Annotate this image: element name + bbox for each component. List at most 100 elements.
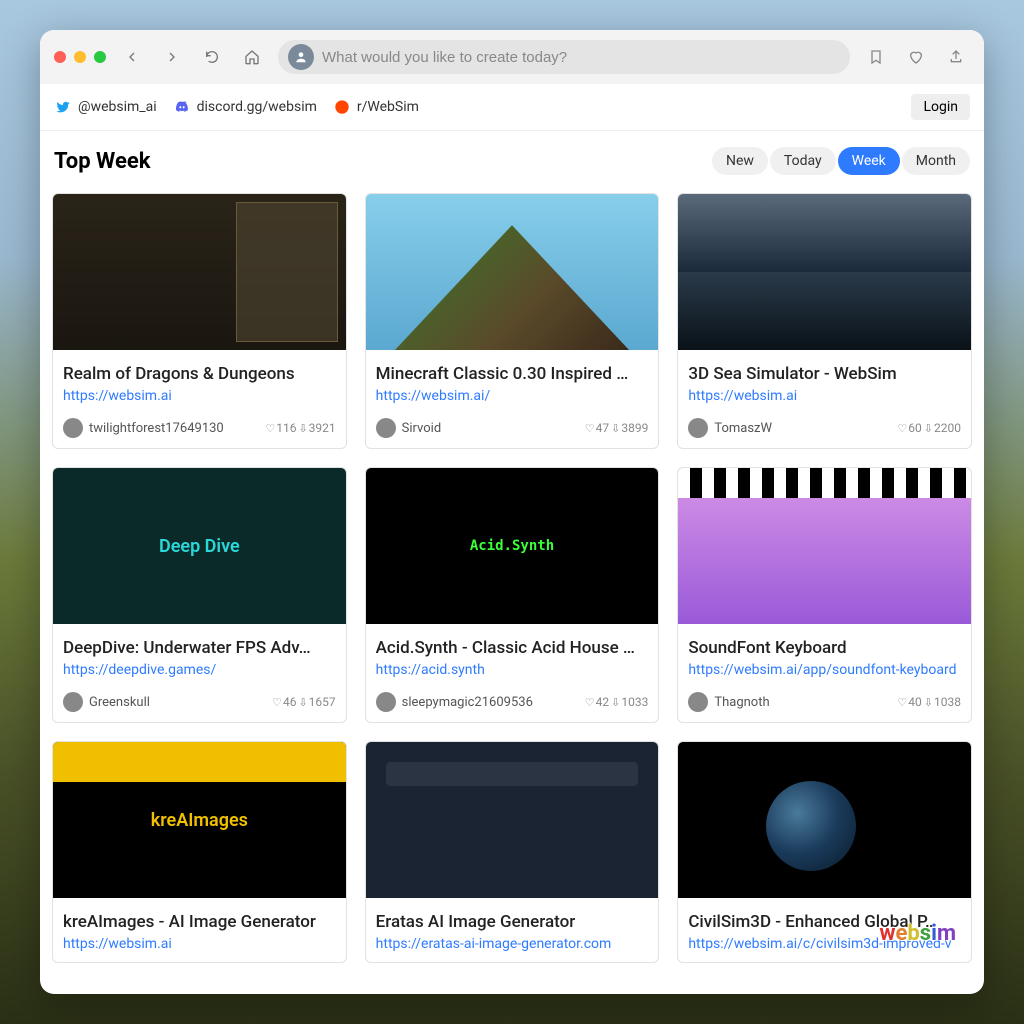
subbar: @websim_ai discord.gg/websim r/WebSim Lo… bbox=[40, 84, 984, 131]
views-count: 3899 bbox=[621, 421, 648, 435]
likes-count: 47 bbox=[596, 421, 610, 435]
author-name[interactable]: TomaszW bbox=[714, 421, 891, 436]
login-button[interactable]: Login bbox=[911, 94, 970, 120]
card-title: Acid.Synth - Classic Acid House … bbox=[376, 638, 649, 658]
card-title: 3D Sea Simulator - WebSim bbox=[688, 364, 961, 384]
card-thumbnail bbox=[366, 194, 659, 350]
titlebar bbox=[40, 30, 984, 84]
heart-icon: ♡ bbox=[585, 422, 595, 435]
card-title: SoundFont Keyboard bbox=[688, 638, 961, 658]
card-stats: ♡47⇩3899 bbox=[585, 421, 649, 435]
likes-count: 40 bbox=[908, 695, 922, 709]
project-card[interactable]: Deep DiveDeepDive: Underwater FPS Adv…ht… bbox=[52, 467, 347, 723]
header-row: Top Week NewTodayWeekMonth bbox=[50, 147, 974, 193]
card-url[interactable]: https://websim.ai bbox=[63, 936, 336, 952]
card-stats: ♡60⇩2200 bbox=[897, 421, 961, 435]
card-url[interactable]: https://websim.ai/c/civilsim3d-improved-… bbox=[688, 936, 961, 952]
views-stat: ⇩2200 bbox=[924, 421, 961, 435]
author-avatar[interactable] bbox=[63, 418, 83, 438]
likes-count: 60 bbox=[908, 421, 922, 435]
card-footer: Greenskull ♡46⇩1657 bbox=[63, 692, 336, 712]
card-url[interactable]: https://deepdive.games/ bbox=[63, 662, 336, 678]
author-name[interactable]: twilightforest17649130 bbox=[89, 421, 259, 436]
author-name[interactable]: Greenskull bbox=[89, 695, 266, 710]
likes-count: 116 bbox=[276, 421, 296, 435]
project-card[interactable]: Acid.SynthAcid.Synth - Classic Acid Hous… bbox=[365, 467, 660, 723]
twitter-label: @websim_ai bbox=[78, 99, 157, 115]
twitter-link[interactable]: @websim_ai bbox=[54, 98, 157, 116]
project-card[interactable]: SoundFont Keyboard https://websim.ai/app/… bbox=[677, 467, 972, 723]
card-title: kreAImages - AI Image Generator bbox=[63, 912, 336, 932]
author-avatar[interactable] bbox=[376, 692, 396, 712]
reload-button[interactable] bbox=[198, 43, 226, 71]
tab-today[interactable]: Today bbox=[770, 147, 836, 175]
card-thumbnail bbox=[53, 194, 346, 350]
views-stat: ⇩3921 bbox=[298, 421, 335, 435]
card-url[interactable]: https://acid.synth bbox=[376, 662, 649, 678]
card-url[interactable]: https://eratas-ai-image-generator.com bbox=[376, 936, 649, 952]
page-title: Top Week bbox=[54, 149, 150, 174]
heart-icon: ♡ bbox=[897, 696, 907, 709]
project-card[interactable]: Eratas AI Image Generator https://eratas-… bbox=[365, 741, 660, 963]
card-footer: Sirvoid ♡47⇩3899 bbox=[376, 418, 649, 438]
reddit-icon bbox=[333, 98, 351, 116]
filter-tabs: NewTodayWeekMonth bbox=[712, 147, 970, 175]
card-url[interactable]: https://websim.ai/ bbox=[376, 388, 649, 404]
card-url[interactable]: https://websim.ai/app/soundfont-keyboard bbox=[688, 662, 961, 678]
heart-icon: ♡ bbox=[272, 696, 282, 709]
card-thumbnail: kreAImages bbox=[53, 742, 346, 898]
card-body: SoundFont Keyboard https://websim.ai/app/… bbox=[678, 624, 971, 722]
back-button[interactable] bbox=[118, 43, 146, 71]
views-icon: ⇩ bbox=[924, 696, 933, 709]
card-body: DeepDive: Underwater FPS Adv…https://dee… bbox=[53, 624, 346, 722]
close-window-icon[interactable] bbox=[54, 51, 66, 63]
tab-new[interactable]: New bbox=[712, 147, 768, 175]
project-card[interactable]: CivilSim3D - Enhanced Global P…https://w… bbox=[677, 741, 972, 963]
project-card[interactable]: kreAImageskreAImages - AI Image Generato… bbox=[52, 741, 347, 963]
home-button[interactable] bbox=[238, 43, 266, 71]
tab-month[interactable]: Month bbox=[902, 147, 970, 175]
card-footer: twilightforest17649130♡116⇩3921 bbox=[63, 418, 336, 438]
discord-link[interactable]: discord.gg/websim bbox=[173, 98, 317, 116]
heart-icon[interactable] bbox=[902, 43, 930, 71]
card-body: kreAImages - AI Image Generator https://w… bbox=[53, 898, 346, 962]
card-thumbnail: Deep Dive bbox=[53, 468, 346, 624]
card-grid: Realm of Dragons & Dungeons https://websi… bbox=[50, 193, 974, 963]
forward-button[interactable] bbox=[158, 43, 186, 71]
tab-week[interactable]: Week bbox=[838, 147, 900, 175]
views-count: 2200 bbox=[934, 421, 961, 435]
card-url[interactable]: https://websim.ai bbox=[63, 388, 336, 404]
search-input[interactable] bbox=[322, 49, 840, 66]
author-avatar[interactable] bbox=[63, 692, 83, 712]
share-icon[interactable] bbox=[942, 43, 970, 71]
author-name[interactable]: Thagnoth bbox=[714, 695, 891, 710]
card-url[interactable]: https://websim.ai bbox=[688, 388, 961, 404]
author-avatar[interactable] bbox=[688, 692, 708, 712]
views-icon: ⇩ bbox=[611, 422, 620, 435]
minimize-window-icon[interactable] bbox=[74, 51, 86, 63]
card-title: Realm of Dragons & Dungeons bbox=[63, 364, 336, 384]
project-card[interactable]: 3D Sea Simulator - WebSim https://websim.… bbox=[677, 193, 972, 449]
bookmark-icon[interactable] bbox=[862, 43, 890, 71]
card-body: Realm of Dragons & Dungeons https://websi… bbox=[53, 350, 346, 448]
user-avatar-icon[interactable] bbox=[288, 44, 314, 70]
card-title: Eratas AI Image Generator bbox=[376, 912, 649, 932]
card-stats: ♡42⇩1033 bbox=[585, 695, 649, 709]
likes-count: 42 bbox=[596, 695, 610, 709]
author-name[interactable]: sleepymagic21609536 bbox=[402, 695, 579, 710]
maximize-window-icon[interactable] bbox=[94, 51, 106, 63]
author-avatar[interactable] bbox=[376, 418, 396, 438]
views-stat: ⇩1657 bbox=[298, 695, 335, 709]
likes-stat: ♡42 bbox=[585, 695, 609, 709]
author-avatar[interactable] bbox=[688, 418, 708, 438]
window-controls bbox=[54, 51, 106, 63]
reddit-link[interactable]: r/WebSim bbox=[333, 98, 419, 116]
likes-stat: ♡47 bbox=[585, 421, 609, 435]
card-body: Minecraft Classic 0.30 Inspired …https:/… bbox=[366, 350, 659, 448]
author-name[interactable]: Sirvoid bbox=[402, 421, 579, 436]
project-card[interactable]: Realm of Dragons & Dungeons https://websi… bbox=[52, 193, 347, 449]
card-stats: ♡46⇩1657 bbox=[272, 695, 336, 709]
heart-icon: ♡ bbox=[585, 696, 595, 709]
discord-icon bbox=[173, 98, 191, 116]
project-card[interactable]: Minecraft Classic 0.30 Inspired …https:/… bbox=[365, 193, 660, 449]
